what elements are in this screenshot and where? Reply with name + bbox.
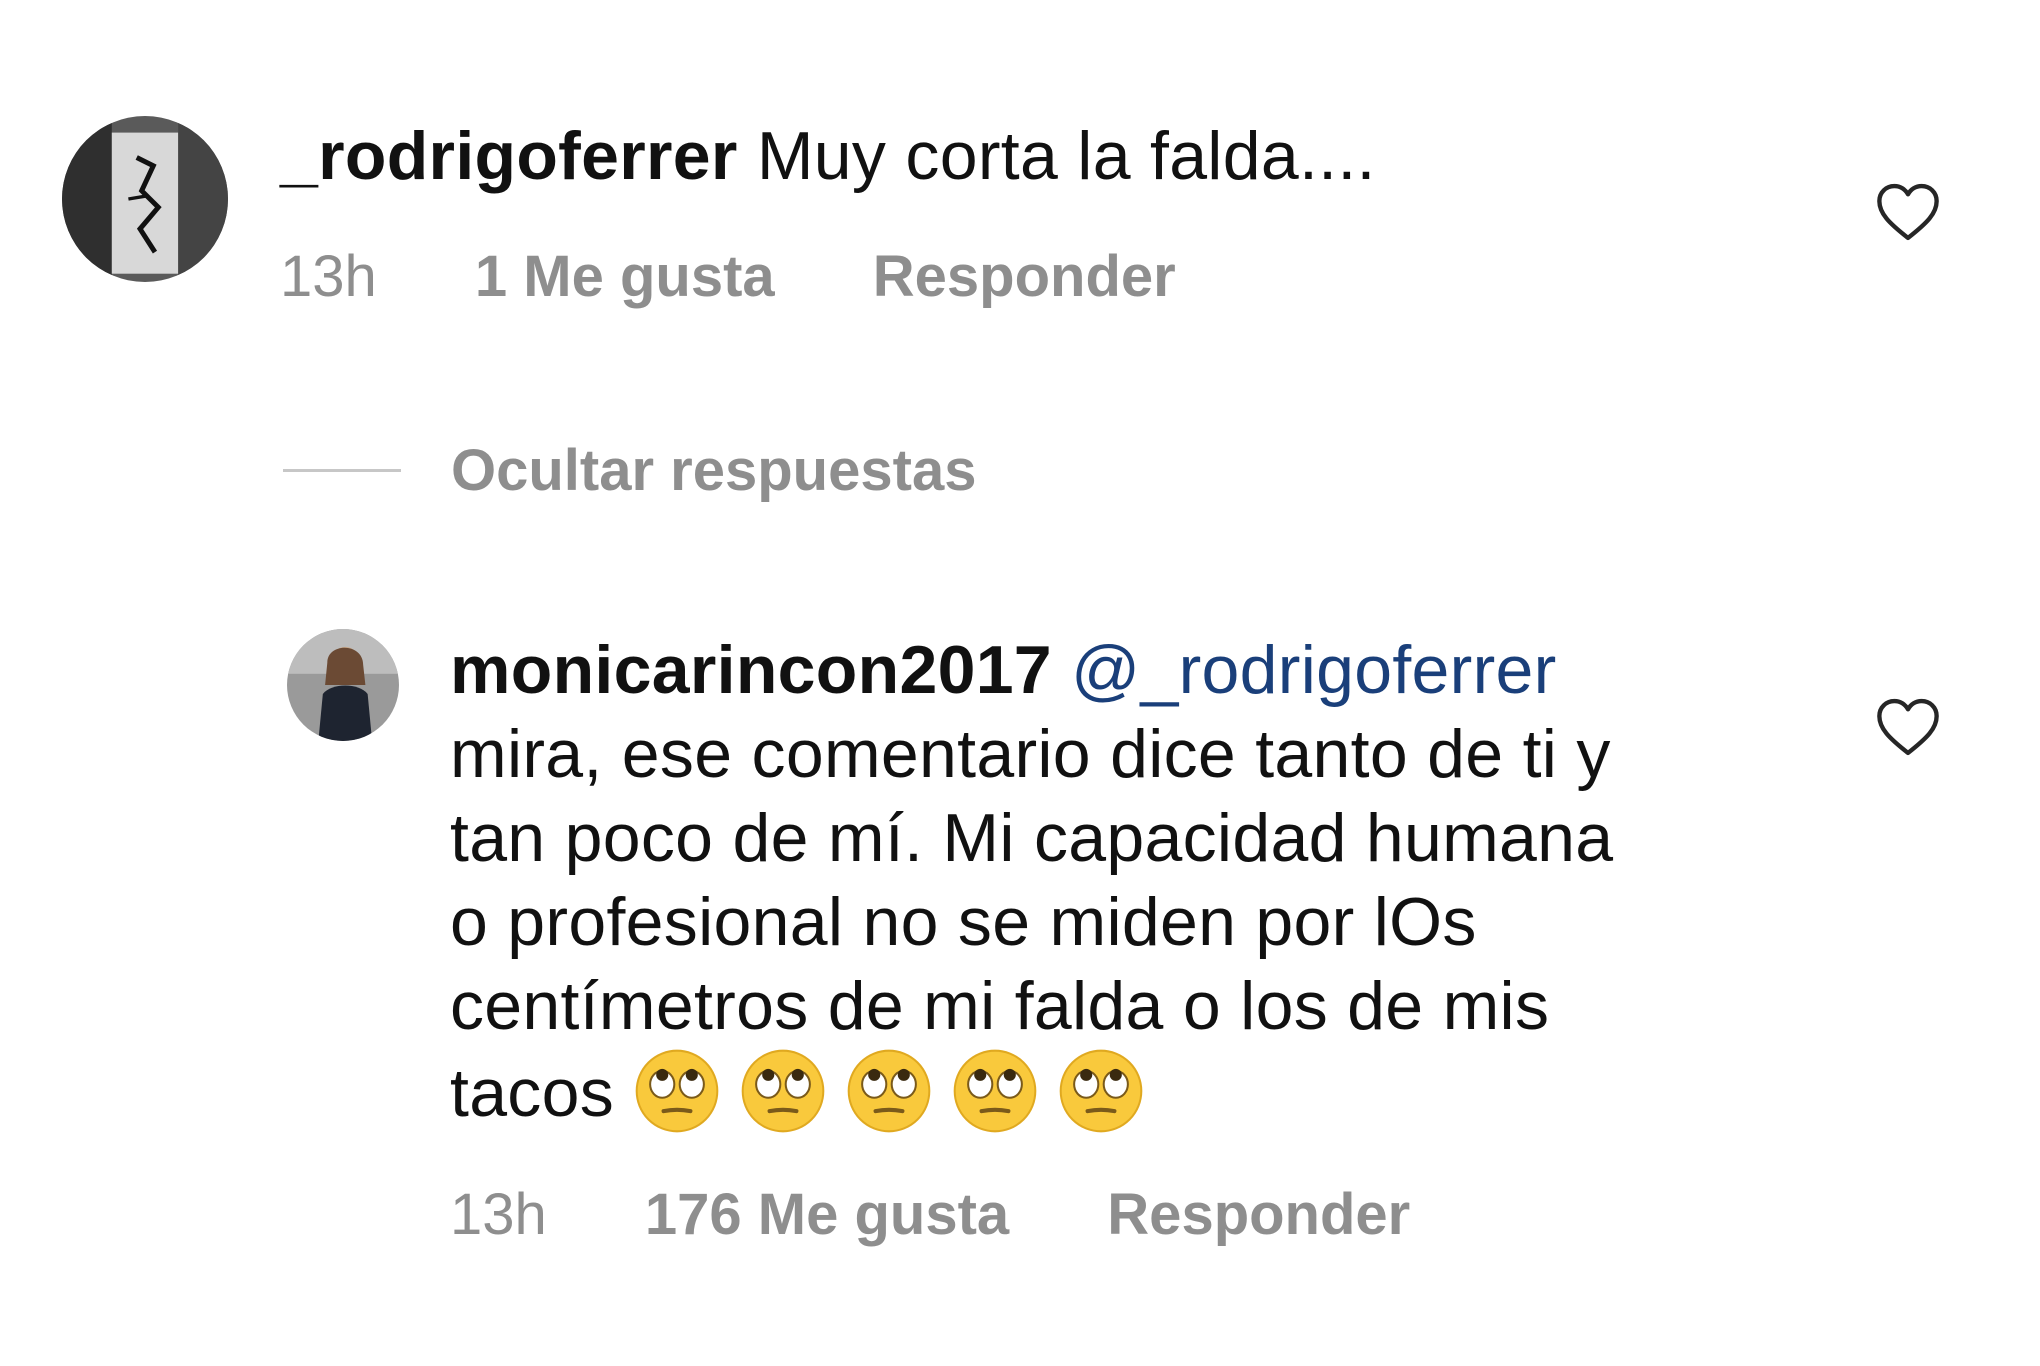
hide-replies-label: Ocultar respuestas (451, 437, 977, 503)
mention-link[interactable]: @_rodrigoferrer (1071, 632, 1556, 708)
face-with-rolling-eyes-icon (634, 1048, 720, 1134)
comment-thread: _rodrigoferrer Muy corta la falda.... 13… (0, 0, 2040, 1366)
comment-line: centímetros de mi falda o los de mis (450, 968, 1550, 1044)
avatar-image (62, 116, 228, 282)
emoji-row (614, 1049, 1144, 1133)
reply-button[interactable]: Responder (1107, 1182, 1410, 1247)
comment-body: _rodrigoferrer Muy corta la falda.... (280, 114, 1376, 198)
heart-outline-icon[interactable] (1875, 697, 1941, 757)
face-with-rolling-eyes-icon (740, 1048, 826, 1134)
comment-line: tan poco de mí. Mi capacidad humana (450, 800, 1614, 876)
comment-text: Muy corta la falda.... (756, 118, 1376, 194)
comment-username[interactable]: monicarincon2017 (450, 632, 1052, 708)
comment-line: mira, ese comentario dice tanto de ti y (450, 716, 1611, 792)
comment-last-line: tacos (450, 1048, 1613, 1135)
avatar-image (287, 629, 399, 741)
hide-replies-divider (283, 468, 401, 472)
face-with-rolling-eyes-icon (952, 1048, 1038, 1134)
heart-outline-icon[interactable] (1875, 182, 1941, 242)
hide-replies-toggle[interactable]: Ocultar respuestas (283, 438, 976, 503)
avatar[interactable] (62, 116, 228, 282)
face-with-rolling-eyes-icon (1058, 1048, 1144, 1134)
comment-meta: 13h 1 Me gusta Responder (280, 243, 1176, 310)
comment-line: tacos (450, 1055, 615, 1131)
comment-line: o profesional no se miden por lOs (450, 884, 1477, 960)
comment-body: monicarincon2017 @_rodrigoferrer mira, e… (450, 628, 1613, 1135)
face-with-rolling-eyes-icon (846, 1048, 932, 1134)
comment-username[interactable]: _rodrigoferrer (280, 118, 738, 194)
comment-time: 13h (450, 1182, 547, 1247)
likes-count-button[interactable]: 1 Me gusta (475, 244, 775, 309)
reply-button[interactable]: Responder (873, 244, 1176, 309)
comment-time: 13h (280, 244, 377, 309)
comment-meta: 13h 176 Me gusta Responder (450, 1181, 1410, 1248)
likes-count-button[interactable]: 176 Me gusta (645, 1182, 1009, 1247)
comment-first-line: monicarincon2017 @_rodrigoferrer (450, 628, 1613, 712)
avatar[interactable] (287, 629, 399, 741)
